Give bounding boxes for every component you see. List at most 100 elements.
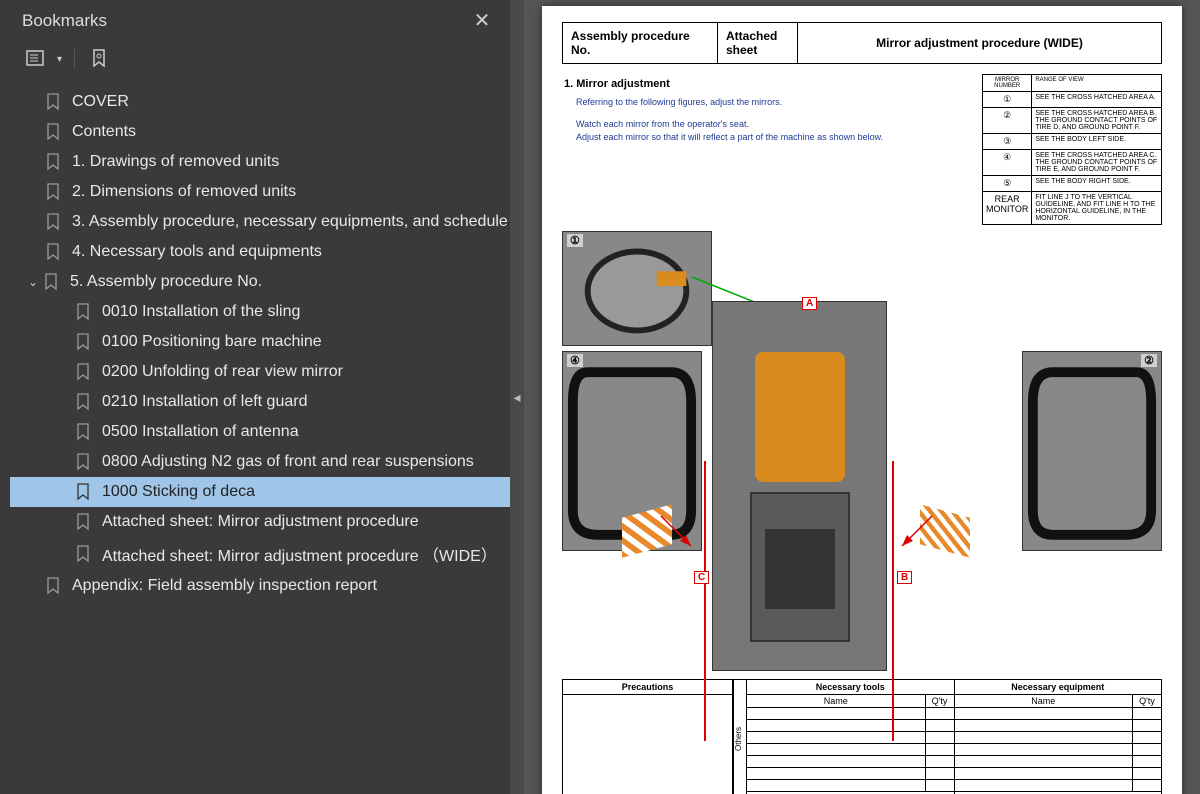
bookmark-ribbon-icon (74, 332, 92, 352)
others-label: Others (733, 680, 746, 794)
bookmark-ribbon-icon (74, 544, 92, 564)
bookmark-item[interactable]: 0800 Adjusting N2 gas of front and rear … (10, 447, 510, 477)
bookmark-ribbon-icon (42, 272, 60, 292)
bookmark-item[interactable]: Attached sheet: Mirror adjustment proced… (10, 507, 510, 537)
bookmark-item[interactable]: Contents (10, 117, 510, 147)
bookmark-item[interactable]: 0100 Positioning bare machine (10, 327, 510, 357)
bookmark-label: Appendix: Field assembly inspection repo… (72, 577, 377, 595)
bookmark-label: 0100 Positioning bare machine (102, 333, 322, 351)
bookmark-item[interactable]: 3. Assembly procedure, necessary equipme… (10, 207, 510, 237)
marker-a: A (802, 297, 817, 310)
bookmark-label: 0800 Adjusting N2 gas of front and rear … (102, 453, 474, 471)
bookmark-ribbon-icon (44, 152, 62, 172)
bookmarks-panel: Bookmarks ✕ ▾ COVER Contents 1. Drawings o… (0, 0, 510, 794)
bookmarks-title: Bookmarks (22, 11, 107, 31)
redline-right (892, 461, 894, 741)
doc-header-proc-no: Assembly procedure No. (563, 23, 718, 63)
tools-qty-header: Q'ty (926, 695, 954, 707)
bookmark-ribbon-icon (44, 92, 62, 112)
bookmark-tree[interactable]: COVER Contents 1. Drawings of removed unit… (0, 83, 510, 794)
bookmark-label: 3. Assembly procedure, necessary equipme… (72, 213, 508, 231)
bookmark-label: 4. Necessary tools and equipments (72, 243, 322, 261)
bookmark-ribbon-icon (74, 302, 92, 322)
equip-name-header: Name (955, 695, 1134, 707)
bookmark-ribbon-icon (44, 122, 62, 142)
sidebar-resize-handle[interactable]: ◂ (510, 0, 524, 794)
dropdown-caret-icon[interactable]: ▾ (57, 54, 62, 65)
precautions-header: Precautions (563, 680, 732, 695)
tools-header: Necessary tools (747, 680, 954, 695)
bookmark-label: 5. Assembly procedure No. (70, 273, 262, 291)
toolbar-divider (74, 49, 75, 69)
bookmark-item[interactable]: 2. Dimensions of removed units (10, 177, 510, 207)
document-viewport[interactable]: Assembly procedure No. Attached sheet Mi… (524, 0, 1200, 794)
bookmark-item[interactable]: Attached sheet: Mirror adjustment proced… (10, 537, 510, 571)
bookmark-ribbon-icon (44, 242, 62, 262)
bookmark-item[interactable]: COVER (10, 87, 510, 117)
bookmarks-header: Bookmarks ✕ (0, 0, 510, 41)
bookmark-ribbon-icon (74, 482, 92, 502)
bookmark-item[interactable]: 0210 Installation of left guard (10, 387, 510, 417)
tools-rows (747, 708, 954, 792)
figure-2: ② (1022, 351, 1162, 551)
mirror-range-table: MIRROR NUMBERRANGE OF VIEW①SEE THE CROSS… (982, 74, 1162, 225)
bookmark-label: 2. Dimensions of removed units (72, 183, 296, 201)
options-icon[interactable] (25, 47, 49, 71)
bookmark-item[interactable]: 1. Drawings of removed units (10, 147, 510, 177)
figure-1-tag: ① (567, 234, 583, 247)
equip-rows (955, 708, 1162, 792)
bookmark-ribbon-icon (74, 422, 92, 442)
bookmark-ribbon-icon[interactable] (87, 47, 111, 71)
bookmark-label: COVER (72, 93, 129, 111)
arrow-red-left (656, 511, 696, 551)
bookmark-label: Contents (72, 123, 136, 141)
bookmark-label: Attached sheet: Mirror adjustment proced… (102, 542, 497, 566)
bookmark-ribbon-icon (44, 182, 62, 202)
bookmark-label: 0200 Unfolding of rear view mirror (102, 363, 343, 381)
bookmark-label: 0210 Installation of left guard (102, 393, 307, 411)
figure-1: ① (562, 231, 712, 346)
bookmark-item[interactable]: 0500 Installation of antenna (10, 417, 510, 447)
bookmark-label: Attached sheet: Mirror adjustment proced… (102, 513, 419, 531)
bookmarks-toolbar: ▾ (0, 41, 510, 83)
doc-header-title: Mirror adjustment procedure (WIDE) (798, 23, 1161, 63)
bookmark-label: 0500 Installation of antenna (102, 423, 299, 441)
bookmark-ribbon-icon (44, 576, 62, 596)
marker-c: C (694, 571, 709, 584)
bookmark-item[interactable]: 0200 Unfolding of rear view mirror (10, 357, 510, 387)
document-page: Assembly procedure No. Attached sheet Mi… (542, 6, 1182, 794)
bookmark-ribbon-icon (44, 212, 62, 232)
bookmark-ribbon-icon (74, 362, 92, 382)
bookmark-item[interactable]: ⌄ 5. Assembly procedure No. (10, 267, 510, 297)
bookmark-item[interactable]: 4. Necessary tools and equipments (10, 237, 510, 267)
bookmark-ribbon-icon (74, 452, 92, 472)
redline-left (704, 461, 706, 741)
tools-name-header: Name (747, 695, 926, 707)
section-text-3: Adjust each mirror so that it will refle… (576, 131, 974, 145)
marker-b: B (897, 571, 912, 584)
figure-center-topview (712, 301, 887, 671)
bottom-tables: Precautions Others Necessary tools Name … (562, 679, 1162, 794)
doc-header-row: Assembly procedure No. Attached sheet Mi… (562, 22, 1162, 64)
figure-area: ① ④ ② A B C (562, 231, 1162, 671)
bookmark-label: 1. Drawings of removed units (72, 153, 279, 171)
bookmark-ribbon-icon (74, 512, 92, 532)
equip-header: Necessary equipment (955, 680, 1162, 695)
bookmark-ribbon-icon (74, 392, 92, 412)
section-title: 1. Mirror adjustment (564, 78, 974, 90)
arrow-red-right (897, 511, 937, 551)
figure-2-tag: ② (1141, 354, 1157, 367)
bookmark-item[interactable]: 1000 Sticking of deca (10, 477, 510, 507)
bookmark-label: 0010 Installation of the sling (102, 303, 300, 321)
figure-4-tag: ④ (567, 354, 583, 367)
doc-header-attached: Attached sheet (718, 23, 798, 63)
bookmark-item[interactable]: Appendix: Field assembly inspection repo… (10, 571, 510, 601)
close-icon[interactable]: ✕ (472, 8, 492, 33)
collapse-left-icon[interactable]: ◂ (513, 389, 520, 406)
section-text-2: Watch each mirror from the operator's se… (576, 118, 974, 132)
section-text-1: Referring to the following figures, adju… (576, 96, 974, 110)
chevron-down-icon[interactable]: ⌄ (24, 275, 42, 289)
bookmark-item[interactable]: 0010 Installation of the sling (10, 297, 510, 327)
bookmark-label: 1000 Sticking of deca (102, 483, 255, 501)
equip-qty-header: Q'ty (1133, 695, 1161, 707)
